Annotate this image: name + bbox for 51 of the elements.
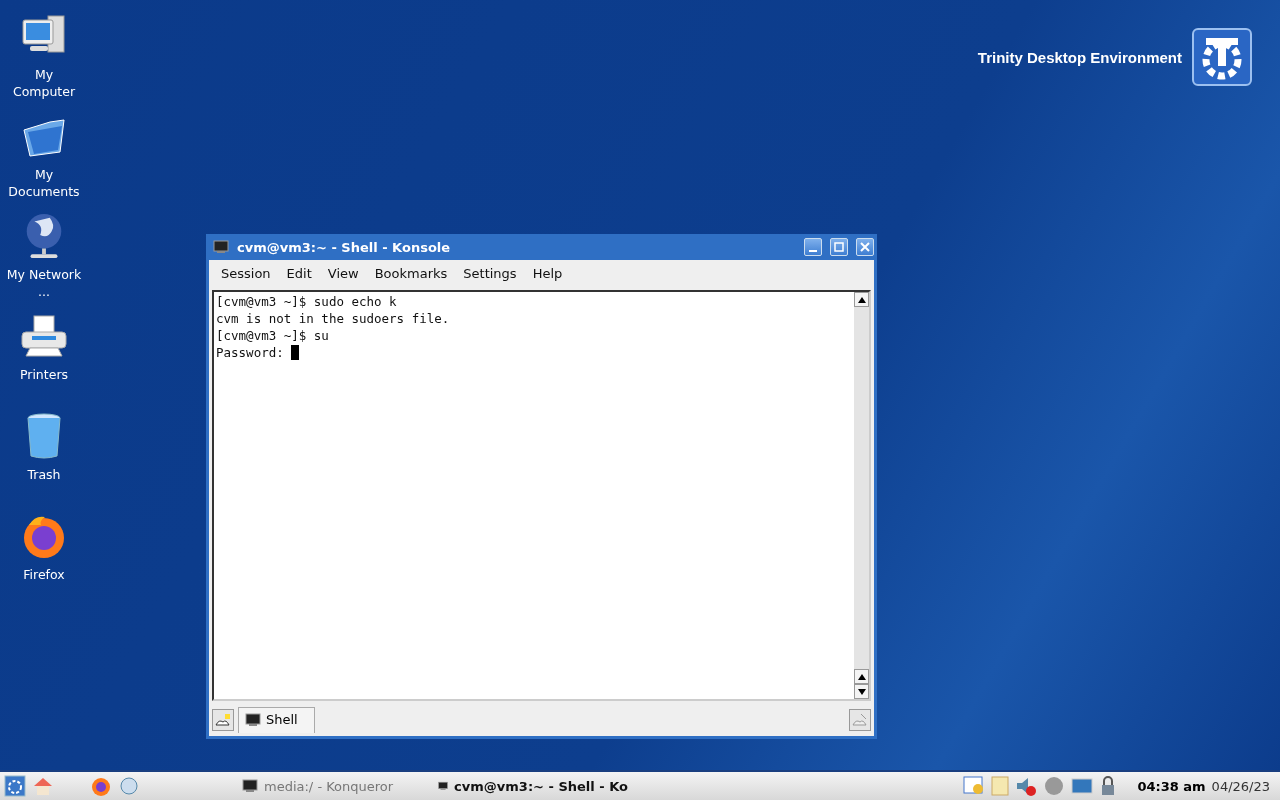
maximize-icon: [834, 242, 844, 252]
clock-time[interactable]: 04:38 am: [1137, 778, 1206, 794]
terminal-icon: [213, 240, 229, 254]
start-menu-icon[interactable]: [4, 775, 26, 797]
gear-logo-icon: [1192, 28, 1252, 86]
desktop-icon-label[interactable]: My Network ...: [5, 266, 83, 300]
menu-item[interactable]: Edit: [278, 266, 320, 281]
new-session-icon: [215, 713, 231, 727]
terminal-line: [cvm@vm3 ~]$ sudo echo k: [216, 294, 397, 309]
desktop-icon-label[interactable]: Printers: [5, 366, 83, 383]
clock-date[interactable]: 04/26/23: [1211, 778, 1270, 794]
menu-item[interactable]: View: [319, 266, 367, 281]
scroll-up-button[interactable]: [854, 292, 869, 307]
menu-item[interactable]: Help: [524, 266, 571, 281]
window-icon: [242, 779, 258, 793]
muted-speaker-icon[interactable]: [1015, 775, 1038, 797]
firefox-icon[interactable]: [90, 775, 112, 797]
close-session-button[interactable]: [849, 709, 871, 731]
menu-item[interactable]: Bookmarks: [366, 266, 456, 281]
up-arrow-icon: [857, 296, 866, 303]
terminal-line: Password:: [216, 345, 285, 360]
wallpaper-brand-text: Trinity Desktop Environment: [977, 48, 1182, 66]
text-cursor: [291, 345, 300, 360]
desktop-icon-label[interactable]: Firefox: [5, 566, 83, 583]
window-icon: [438, 779, 449, 793]
new-session-button[interactable]: [212, 709, 234, 731]
minimize-button[interactable]: [804, 238, 822, 256]
menu-item[interactable]: Session: [213, 266, 279, 281]
terminal-line: [cvm@vm3 ~]$ su: [216, 328, 329, 343]
taskbar-task[interactable]: media:/ - Konqueror: [242, 778, 432, 794]
up-arrow-icon: [857, 673, 866, 680]
menu-item[interactable]: Settings: [455, 266, 525, 281]
scroll-up-button[interactable]: [854, 669, 869, 684]
close-session-icon: [852, 713, 868, 727]
home-icon[interactable]: [32, 775, 54, 797]
session-tab[interactable]: Shell: [238, 707, 315, 733]
minimize-icon: [809, 249, 817, 252]
window-title: cvm@vm3:~ - Shell - Konsole: [237, 239, 452, 255]
close-button[interactable]: [856, 238, 874, 256]
terminal-line: cvm is not in the sudoers file.: [216, 311, 450, 326]
trash-icon[interactable]: [24, 412, 64, 460]
close-icon: [860, 242, 870, 252]
down-arrow-icon: [857, 688, 866, 695]
taskbar-task[interactable]: cvm@vm3:~ - Shell - Ko: [438, 778, 628, 794]
desktop-icon-label[interactable]: My Computer: [5, 66, 83, 100]
scroll-down-button[interactable]: [854, 684, 869, 699]
printer-icon[interactable]: [20, 312, 68, 360]
maximize-button[interactable]: [830, 238, 848, 256]
desktop-icon-label[interactable]: Trash: [5, 466, 83, 483]
terminal-icon: [245, 712, 261, 727]
desktop-icon-label[interactable]: My Documents: [5, 166, 83, 200]
